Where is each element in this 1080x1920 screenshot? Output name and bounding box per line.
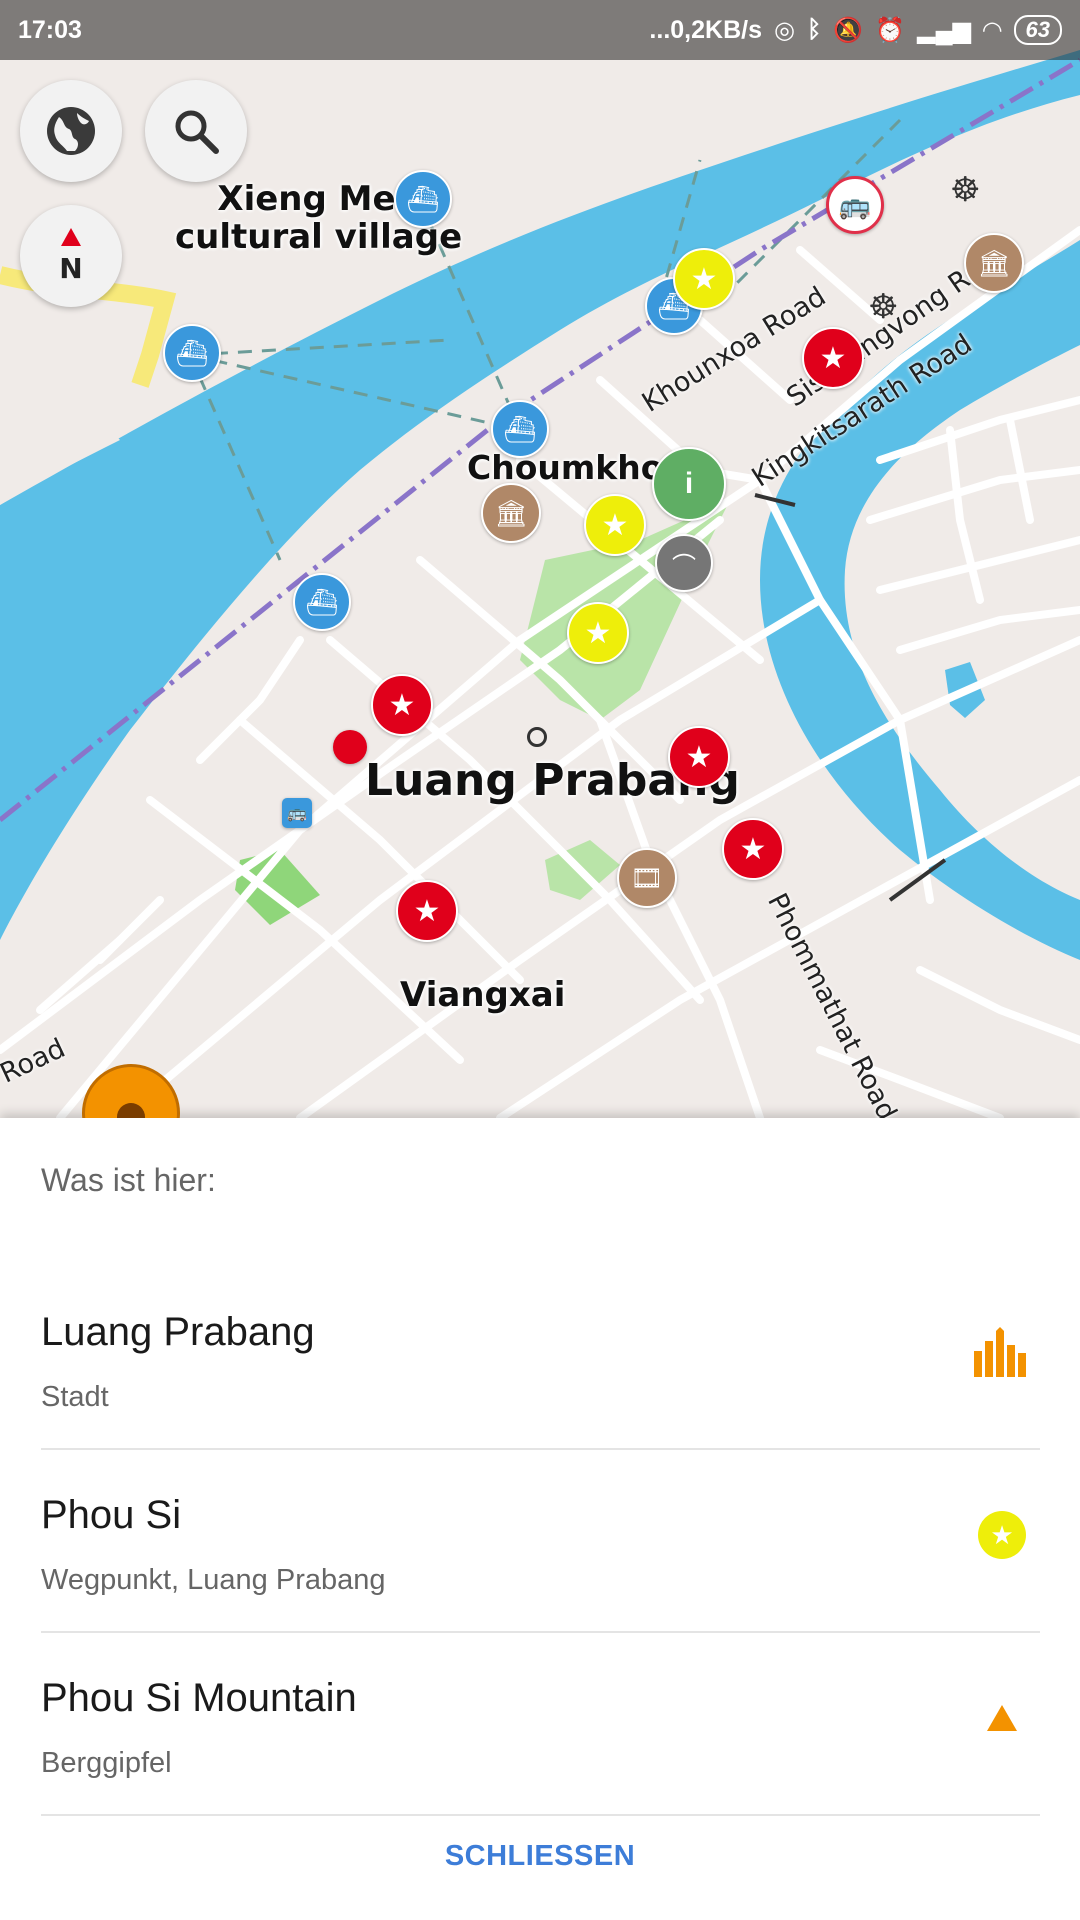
place-label-viangxai[interactable]: Viangxai	[400, 975, 565, 1015]
status-bar: 17:03 ...0,2KB/s ◎ ᛒ 🔕 ⏰ ▂▄▆ ◠ 63	[0, 0, 1080, 60]
bus-icon[interactable]: 🚌	[282, 798, 312, 828]
yellow-star-pin-icon[interactable]: ★	[567, 602, 629, 664]
red-star-pin-icon[interactable]: ★	[668, 726, 730, 788]
signal-icon: ▂▄▆	[917, 16, 972, 44]
cinema-icon[interactable]: 🎞	[617, 848, 677, 908]
globe-button[interactable]	[20, 80, 122, 182]
result-subtitle: Wegpunkt, Luang Prabang	[41, 1564, 386, 1596]
mute-bell-icon: 🔕	[833, 16, 864, 44]
result-item[interactable]: Phou Si Mountain Berggipfel	[41, 1634, 1040, 1816]
status-time: 17:03	[18, 15, 82, 44]
compass-icon: N	[59, 228, 83, 284]
museum-icon[interactable]: 🏛	[481, 483, 541, 543]
peak-icon	[974, 1690, 1030, 1746]
yellow-star-pin-icon[interactable]: ★	[673, 248, 735, 310]
result-item[interactable]: Luang Prabang Stadt	[41, 1268, 1040, 1450]
battery-icon: 63	[1013, 15, 1062, 45]
status-icons: ...0,2KB/s ◎ ᛒ 🔕 ⏰ ▂▄▆ ◠ 63	[649, 15, 1062, 45]
map-view[interactable]: 17:03 ...0,2KB/s ◎ ᛒ 🔕 ⏰ ▂▄▆ ◠ 63 N Xien…	[0, 0, 1080, 1118]
viewpoint-icon[interactable]: ⌒	[655, 534, 713, 592]
red-dot-pin-icon[interactable]	[333, 730, 367, 764]
temple-icon[interactable]: ☸	[868, 287, 898, 327]
hotspot-icon: ◎	[773, 16, 795, 44]
bus-stop-icon[interactable]: 🚌	[826, 176, 884, 234]
star-waypoint-icon: ★	[974, 1507, 1030, 1563]
ferry-icon[interactable]: ⛴	[394, 170, 452, 228]
wifi-icon: ◠	[983, 16, 1002, 44]
compass-button[interactable]: N	[20, 205, 122, 307]
result-item[interactable]: Phou Si Wegpunkt, Luang Prabang ★	[41, 1451, 1040, 1633]
temple-icon[interactable]: ☸	[950, 170, 980, 210]
alarm-icon: ⏰	[875, 16, 906, 44]
place-marker-icon	[527, 727, 547, 747]
bluetooth-icon: ᛒ	[806, 16, 822, 43]
result-title: Luang Prabang	[41, 1310, 315, 1354]
red-star-pin-icon[interactable]: ★	[396, 880, 458, 942]
svg-text:N: N	[59, 252, 82, 284]
ferry-icon[interactable]: ⛴	[293, 573, 351, 631]
search-button[interactable]	[145, 80, 247, 182]
network-speed: ...0,2KB/s	[649, 15, 762, 44]
ferry-icon[interactable]: ⛴	[491, 400, 549, 458]
sheet-title: Was ist hier:	[41, 1162, 216, 1198]
search-icon	[175, 110, 219, 154]
ferry-icon[interactable]: ⛴	[163, 324, 221, 382]
info-icon[interactable]: i	[652, 447, 726, 521]
close-button[interactable]: SCHLIESSEN	[0, 1840, 1080, 1900]
museum-icon[interactable]: 🏛	[964, 233, 1024, 293]
globe-icon	[47, 107, 95, 155]
red-star-pin-icon[interactable]: ★	[802, 327, 864, 389]
yellow-star-pin-icon[interactable]: ★	[584, 494, 646, 556]
what-is-here-sheet: Was ist hier: Luang Prabang Stadt Phou S…	[0, 1118, 1080, 1920]
red-star-pin-icon[interactable]: ★	[722, 818, 784, 880]
result-subtitle: Berggipfel	[41, 1747, 172, 1779]
result-title: Phou Si	[41, 1493, 182, 1537]
result-subtitle: Stadt	[41, 1381, 109, 1413]
city-icon	[974, 1324, 1030, 1380]
red-star-pin-icon[interactable]: ★	[371, 674, 433, 736]
result-title: Phou Si Mountain	[41, 1676, 357, 1720]
